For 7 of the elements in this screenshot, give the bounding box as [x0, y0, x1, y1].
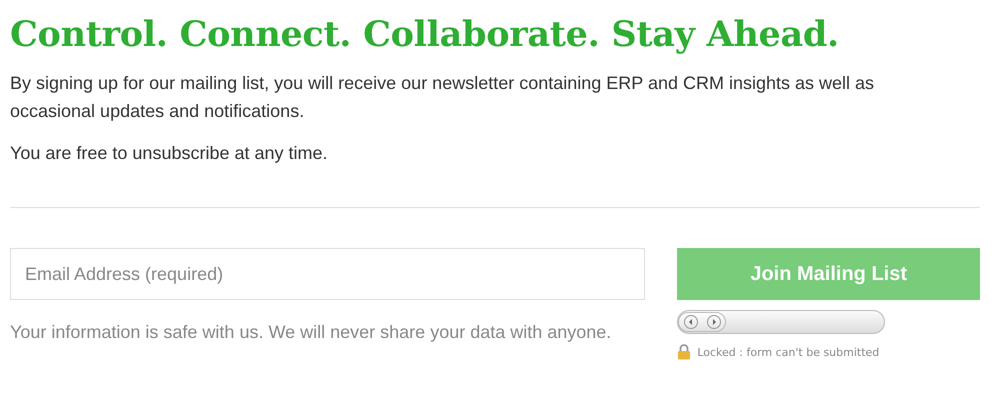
lock-status-text: Locked : form can't be submitted	[697, 346, 880, 358]
intro-paragraph: You are free to unsubscribe at any time.	[10, 142, 329, 165]
page-heading: Control. Connect. Collaborate. Stay Ahead.	[10, 14, 840, 55]
intro-paragraph: By signing up for our mailing list, you will receive our newsletter containing ERP and CRM insights as well as occasional updates and notifications.	[10, 72, 876, 123]
join-button[interactable]: Join Mailing List	[677, 248, 980, 300]
email-field[interactable]: Email Address (required)	[10, 248, 646, 300]
privacy-note: Your information is safe with us. We will never share your data with anyone.	[10, 322, 612, 343]
